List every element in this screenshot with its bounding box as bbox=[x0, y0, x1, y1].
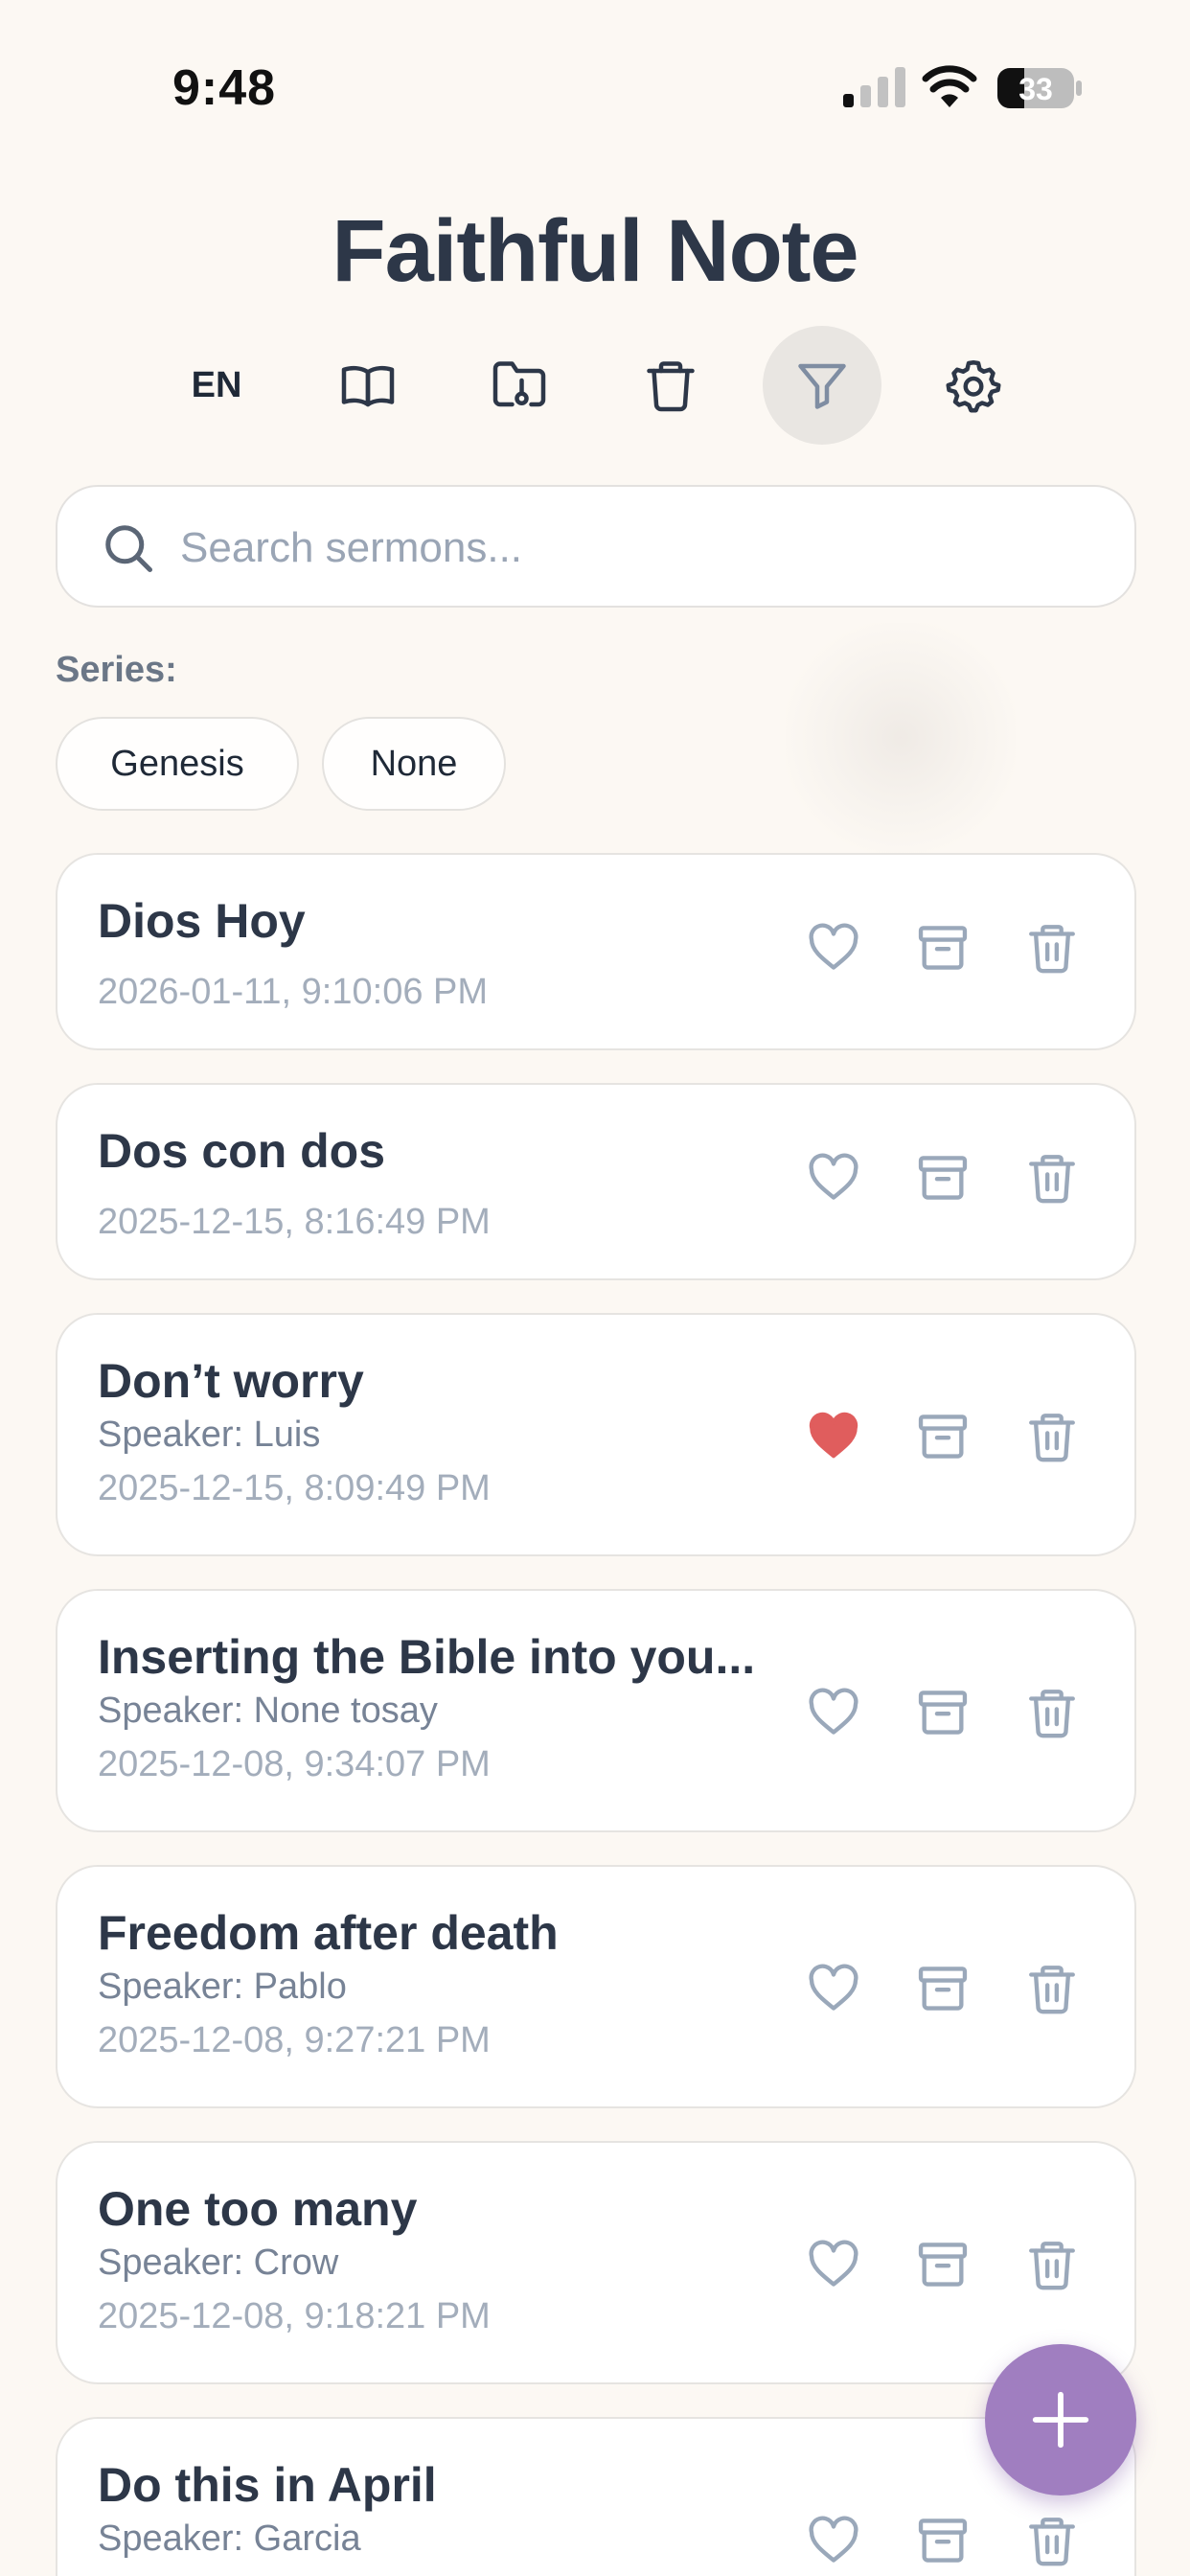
heart-icon bbox=[809, 2240, 858, 2287]
settings-button[interactable] bbox=[914, 326, 1033, 445]
heart-icon bbox=[809, 2516, 858, 2563]
archive-button[interactable] bbox=[904, 1950, 981, 2027]
favorite-button[interactable] bbox=[795, 2226, 872, 2303]
sermon-title: Dios Hoy bbox=[98, 894, 306, 948]
trash-icon bbox=[1029, 2518, 1075, 2566]
sermon-date: 2026-01-11, 9:10:06 PM bbox=[98, 972, 489, 1012]
folders-button[interactable] bbox=[460, 326, 579, 445]
sermon-title: One too many bbox=[98, 2182, 418, 2236]
language-label: EN bbox=[191, 364, 242, 405]
sermon-speaker: Speaker: Luis bbox=[98, 1414, 321, 1455]
sermon-date: 2025-12-08, 9:27:21 PM bbox=[98, 2020, 491, 2060]
sermon-card[interactable]: Dos con dos 2025-12-15, 8:16:49 PM bbox=[56, 1083, 1136, 1280]
battery-level: 33 bbox=[1018, 72, 1053, 106]
favorite-button[interactable] bbox=[795, 1950, 872, 2027]
archive-button[interactable] bbox=[904, 2226, 981, 2303]
status-bar: 9:48 33 bbox=[0, 0, 1190, 172]
series-chip-genesis[interactable]: Genesis bbox=[56, 717, 299, 811]
sermon-speaker: Speaker: Pablo bbox=[98, 1966, 347, 2007]
archive-button[interactable] bbox=[904, 909, 981, 986]
filter-button[interactable] bbox=[763, 326, 881, 445]
bible-button[interactable] bbox=[309, 326, 427, 445]
ghost-highlight bbox=[786, 623, 1016, 853]
heart-icon bbox=[809, 1412, 858, 1459]
archive-icon bbox=[918, 2518, 968, 2563]
sermon-title: Inserting the Bible into you... bbox=[98, 1630, 756, 1684]
sermon-date: 2025-12-15, 8:09:49 PM bbox=[98, 1468, 491, 1508]
heart-icon bbox=[809, 1688, 858, 1735]
sermon-date: 2025-12-08, 9:34:07 PM bbox=[98, 1744, 491, 1784]
battery-indicator: 33 bbox=[996, 67, 1083, 109]
app-screen: 9:48 33 Faithful Note EN Search sermons.… bbox=[0, 0, 1190, 2576]
archive-button[interactable] bbox=[904, 1674, 981, 1751]
archive-icon bbox=[918, 926, 968, 970]
heart-icon bbox=[809, 1964, 858, 2011]
search-input[interactable] bbox=[180, 510, 1100, 586]
trash-bin-button[interactable] bbox=[611, 326, 730, 445]
archive-icon bbox=[918, 1414, 968, 1459]
sermon-title: Freedom after death bbox=[98, 1906, 559, 1960]
book-icon bbox=[341, 365, 395, 407]
sermon-title: Dos con dos bbox=[98, 1124, 386, 1178]
favorite-button[interactable] bbox=[795, 909, 872, 986]
series-chip-none[interactable]: None bbox=[322, 717, 506, 811]
archive-icon bbox=[918, 1966, 968, 2011]
sermon-date: 2025-12-15, 8:16:49 PM bbox=[98, 1202, 491, 1242]
delete-button[interactable] bbox=[1014, 1139, 1090, 1216]
sermon-card[interactable]: One too many Speaker: Crow 2025-12-08, 9:1… bbox=[56, 2141, 1136, 2384]
archive-button[interactable] bbox=[904, 2502, 981, 2576]
sermon-speaker: Speaker: Garcia bbox=[98, 2518, 361, 2559]
sermon-card[interactable]: Dios Hoy 2026-01-11, 9:10:06 PM bbox=[56, 853, 1136, 1050]
delete-button[interactable] bbox=[1014, 2226, 1090, 2303]
sermon-title: Do this in April bbox=[98, 2458, 437, 2512]
sermon-card[interactable]: Do this in April Speaker: Garcia bbox=[56, 2417, 1136, 2576]
gear-icon bbox=[946, 360, 1001, 413]
wifi-icon bbox=[922, 65, 977, 107]
folder-icon bbox=[492, 361, 546, 407]
trash-icon bbox=[1029, 925, 1075, 974]
sermon-speaker: Speaker: None tosay bbox=[98, 1690, 438, 1731]
archive-icon bbox=[918, 1156, 968, 1200]
delete-button[interactable] bbox=[1014, 2502, 1090, 2576]
favorite-button[interactable] bbox=[795, 2502, 872, 2576]
trash-icon bbox=[1029, 1966, 1075, 2014]
favorite-button[interactable] bbox=[795, 1674, 872, 1751]
add-sermon-button[interactable] bbox=[985, 2344, 1136, 2496]
sermon-card[interactable]: Don’t worry Speaker: Luis 2025-12-15, 8:09… bbox=[56, 1313, 1136, 1556]
delete-button[interactable] bbox=[1014, 909, 1090, 986]
status-time: 9:48 bbox=[172, 60, 277, 116]
trash-icon bbox=[647, 361, 695, 412]
language-toggle-button[interactable]: EN bbox=[157, 326, 276, 445]
delete-button[interactable] bbox=[1014, 1398, 1090, 1475]
sermon-title: Don’t worry bbox=[98, 1354, 364, 1408]
heart-icon bbox=[809, 1153, 858, 1200]
app-title: Faithful Note bbox=[332, 202, 858, 300]
delete-button[interactable] bbox=[1014, 1674, 1090, 1751]
trash-icon bbox=[1029, 2242, 1075, 2290]
favorite-button[interactable] bbox=[795, 1139, 872, 1216]
archive-button[interactable] bbox=[904, 1139, 981, 1216]
header-toolbar: EN bbox=[0, 326, 1190, 445]
delete-button[interactable] bbox=[1014, 1950, 1090, 2027]
search-icon bbox=[105, 525, 152, 572]
trash-icon bbox=[1029, 1414, 1075, 1462]
series-label: Series: bbox=[56, 650, 177, 690]
favorite-button[interactable] bbox=[795, 1398, 872, 1475]
archive-icon bbox=[918, 1690, 968, 1735]
plus-icon bbox=[1032, 2391, 1089, 2449]
sermon-card[interactable]: Inserting the Bible into you... Speaker: … bbox=[56, 1589, 1136, 1832]
trash-icon bbox=[1029, 1155, 1075, 1204]
heart-icon bbox=[809, 923, 858, 970]
sermon-card[interactable]: Freedom after death Speaker: Pablo 2025-12… bbox=[56, 1865, 1136, 2108]
search-bar[interactable] bbox=[56, 485, 1136, 608]
archive-icon bbox=[918, 2242, 968, 2287]
sermon-date: 2025-12-08, 9:18:21 PM bbox=[98, 2296, 491, 2336]
archive-button[interactable] bbox=[904, 1398, 981, 1475]
filter-icon bbox=[798, 363, 846, 409]
cellular-signal-icon bbox=[843, 67, 905, 107]
trash-icon bbox=[1029, 1690, 1075, 1738]
sermon-speaker: Speaker: Crow bbox=[98, 2242, 339, 2283]
